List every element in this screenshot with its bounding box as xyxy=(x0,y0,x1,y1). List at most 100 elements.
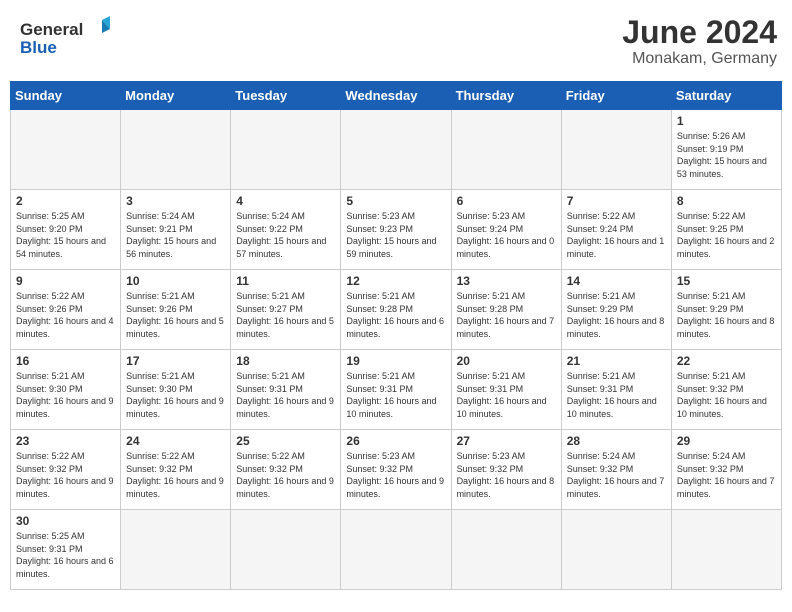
day-cell: 30Sunrise: 5:25 AM Sunset: 9:31 PM Dayli… xyxy=(11,510,121,590)
day-cell: 29 Sunrise: 5:24 AM Sunset: 9:32 PM Dayli… xyxy=(671,430,781,510)
day-number: 26 xyxy=(346,434,445,448)
day-cell: 1Sunrise: 5:26 AM Sunset: 9:19 PM Daylig… xyxy=(671,110,781,190)
day-cell xyxy=(451,110,561,190)
day-info: Sunrise: 5:21 AM Sunset: 9:30 PM Dayligh… xyxy=(126,370,225,420)
day-number: 28 xyxy=(567,434,666,448)
header: General Blue June 2024 Monakam, Germany xyxy=(10,10,782,73)
title-area: June 2024 Monakam, Germany xyxy=(622,15,777,68)
day-info: Sunrise: 5:21 AM Sunset: 9:29 PM Dayligh… xyxy=(677,290,776,340)
col-saturday: Saturday xyxy=(671,82,781,110)
day-cell: 18 Sunrise: 5:21 AM Sunset: 9:31 PM Dayli… xyxy=(231,350,341,430)
day-number: 19 xyxy=(346,354,445,368)
day-info: Sunrise: 5:24 AM Sunset: 9:22 PM Dayligh… xyxy=(236,210,335,260)
day-number: 29 xyxy=(677,434,776,448)
day-cell: 23 Sunrise: 5:22 AM Sunset: 9:32 PM Dayli… xyxy=(11,430,121,510)
day-info: Sunrise: 5:23 AM Sunset: 9:24 PM Dayligh… xyxy=(457,210,556,260)
day-info: Sunrise: 5:21 AM Sunset: 9:31 PM Dayligh… xyxy=(457,370,556,420)
svg-text:Blue: Blue xyxy=(20,38,57,57)
col-friday: Friday xyxy=(561,82,671,110)
day-info: Sunrise: 5:22 AM Sunset: 9:24 PM Dayligh… xyxy=(567,210,666,260)
day-cell: 11 Sunrise: 5:21 AM Sunset: 9:27 PM Dayli… xyxy=(231,270,341,350)
day-cell: 22 Sunrise: 5:21 AM Sunset: 9:32 PM Dayli… xyxy=(671,350,781,430)
day-cell: 5 Sunrise: 5:23 AM Sunset: 9:23 PM Daylig… xyxy=(341,190,451,270)
day-number: 7 xyxy=(567,194,666,208)
day-number: 18 xyxy=(236,354,335,368)
day-info: Sunrise: 5:25 AM Sunset: 9:31 PM Dayligh… xyxy=(16,530,115,580)
col-tuesday: Tuesday xyxy=(231,82,341,110)
day-info: Sunrise: 5:21 AM Sunset: 9:28 PM Dayligh… xyxy=(346,290,445,340)
day-number: 8 xyxy=(677,194,776,208)
day-number: 15 xyxy=(677,274,776,288)
col-sunday: Sunday xyxy=(11,82,121,110)
day-number: 2 xyxy=(16,194,115,208)
day-info: Sunrise: 5:21 AM Sunset: 9:30 PM Dayligh… xyxy=(16,370,115,420)
day-number: 13 xyxy=(457,274,556,288)
day-cell xyxy=(671,510,781,590)
day-number: 23 xyxy=(16,434,115,448)
logo-svg: General Blue xyxy=(20,15,110,60)
day-info: Sunrise: 5:21 AM Sunset: 9:27 PM Dayligh… xyxy=(236,290,335,340)
day-cell: 2Sunrise: 5:25 AM Sunset: 9:20 PM Daylig… xyxy=(11,190,121,270)
day-cell: 13 Sunrise: 5:21 AM Sunset: 9:28 PM Dayli… xyxy=(451,270,561,350)
day-cell: 8 Sunrise: 5:22 AM Sunset: 9:25 PM Daylig… xyxy=(671,190,781,270)
col-wednesday: Wednesday xyxy=(341,82,451,110)
day-info: Sunrise: 5:22 AM Sunset: 9:32 PM Dayligh… xyxy=(236,450,335,500)
day-cell: 26Sunrise: 5:23 AM Sunset: 9:32 PM Dayli… xyxy=(341,430,451,510)
day-info: Sunrise: 5:23 AM Sunset: 9:23 PM Dayligh… xyxy=(346,210,445,260)
day-cell: 24Sunrise: 5:22 AM Sunset: 9:32 PM Dayli… xyxy=(121,430,231,510)
day-number: 21 xyxy=(567,354,666,368)
day-number: 17 xyxy=(126,354,225,368)
col-thursday: Thursday xyxy=(451,82,561,110)
day-cell: 16 Sunrise: 5:21 AM Sunset: 9:30 PM Dayli… xyxy=(11,350,121,430)
day-info: Sunrise: 5:24 AM Sunset: 9:21 PM Dayligh… xyxy=(126,210,225,260)
day-info: Sunrise: 5:23 AM Sunset: 9:32 PM Dayligh… xyxy=(457,450,556,500)
day-number: 6 xyxy=(457,194,556,208)
day-number: 11 xyxy=(236,274,335,288)
day-number: 4 xyxy=(236,194,335,208)
day-cell xyxy=(561,110,671,190)
day-info: Sunrise: 5:22 AM Sunset: 9:32 PM Dayligh… xyxy=(16,450,115,500)
day-info: Sunrise: 5:21 AM Sunset: 9:31 PM Dayligh… xyxy=(236,370,335,420)
day-info: Sunrise: 5:26 AM Sunset: 9:19 PM Dayligh… xyxy=(677,130,776,180)
week-row-4: 23 Sunrise: 5:22 AM Sunset: 9:32 PM Dayli… xyxy=(11,430,782,510)
day-cell: 10Sunrise: 5:21 AM Sunset: 9:26 PM Dayli… xyxy=(121,270,231,350)
calendar-title: June 2024 xyxy=(622,15,777,50)
day-cell xyxy=(561,510,671,590)
day-number: 25 xyxy=(236,434,335,448)
day-number: 22 xyxy=(677,354,776,368)
day-cell xyxy=(451,510,561,590)
calendar-table: Sunday Monday Tuesday Wednesday Thursday… xyxy=(10,81,782,590)
day-cell xyxy=(121,510,231,590)
day-cell xyxy=(231,110,341,190)
day-number: 3 xyxy=(126,194,225,208)
calendar-subtitle: Monakam, Germany xyxy=(622,50,777,68)
day-info: Sunrise: 5:21 AM Sunset: 9:32 PM Dayligh… xyxy=(677,370,776,420)
day-number: 16 xyxy=(16,354,115,368)
day-info: Sunrise: 5:22 AM Sunset: 9:25 PM Dayligh… xyxy=(677,210,776,260)
day-info: Sunrise: 5:22 AM Sunset: 9:26 PM Dayligh… xyxy=(16,290,115,340)
day-cell: 15 Sunrise: 5:21 AM Sunset: 9:29 PM Dayli… xyxy=(671,270,781,350)
svg-text:General: General xyxy=(20,20,83,39)
day-info: Sunrise: 5:21 AM Sunset: 9:28 PM Dayligh… xyxy=(457,290,556,340)
day-info: Sunrise: 5:21 AM Sunset: 9:29 PM Dayligh… xyxy=(567,290,666,340)
day-info: Sunrise: 5:24 AM Sunset: 9:32 PM Dayligh… xyxy=(677,450,776,500)
day-info: Sunrise: 5:24 AM Sunset: 9:32 PM Dayligh… xyxy=(567,450,666,500)
day-cell: 3 Sunrise: 5:24 AM Sunset: 9:21 PM Daylig… xyxy=(121,190,231,270)
day-info: Sunrise: 5:22 AM Sunset: 9:32 PM Dayligh… xyxy=(126,450,225,500)
day-number: 10 xyxy=(126,274,225,288)
week-row-5: 30Sunrise: 5:25 AM Sunset: 9:31 PM Dayli… xyxy=(11,510,782,590)
day-cell xyxy=(231,510,341,590)
day-cell: 25 Sunrise: 5:22 AM Sunset: 9:32 PM Dayli… xyxy=(231,430,341,510)
day-number: 14 xyxy=(567,274,666,288)
day-number: 5 xyxy=(346,194,445,208)
day-cell: 27Sunrise: 5:23 AM Sunset: 9:32 PM Dayli… xyxy=(451,430,561,510)
day-cell xyxy=(341,110,451,190)
day-cell: 28 Sunrise: 5:24 AM Sunset: 9:32 PM Dayli… xyxy=(561,430,671,510)
day-cell: 21 Sunrise: 5:21 AM Sunset: 9:31 PM Dayli… xyxy=(561,350,671,430)
col-monday: Monday xyxy=(121,82,231,110)
day-cell: 4 Sunrise: 5:24 AM Sunset: 9:22 PM Daylig… xyxy=(231,190,341,270)
day-cell xyxy=(11,110,121,190)
week-row-1: 2Sunrise: 5:25 AM Sunset: 9:20 PM Daylig… xyxy=(11,190,782,270)
week-row-2: 9Sunrise: 5:22 AM Sunset: 9:26 PM Daylig… xyxy=(11,270,782,350)
day-info: Sunrise: 5:21 AM Sunset: 9:31 PM Dayligh… xyxy=(567,370,666,420)
